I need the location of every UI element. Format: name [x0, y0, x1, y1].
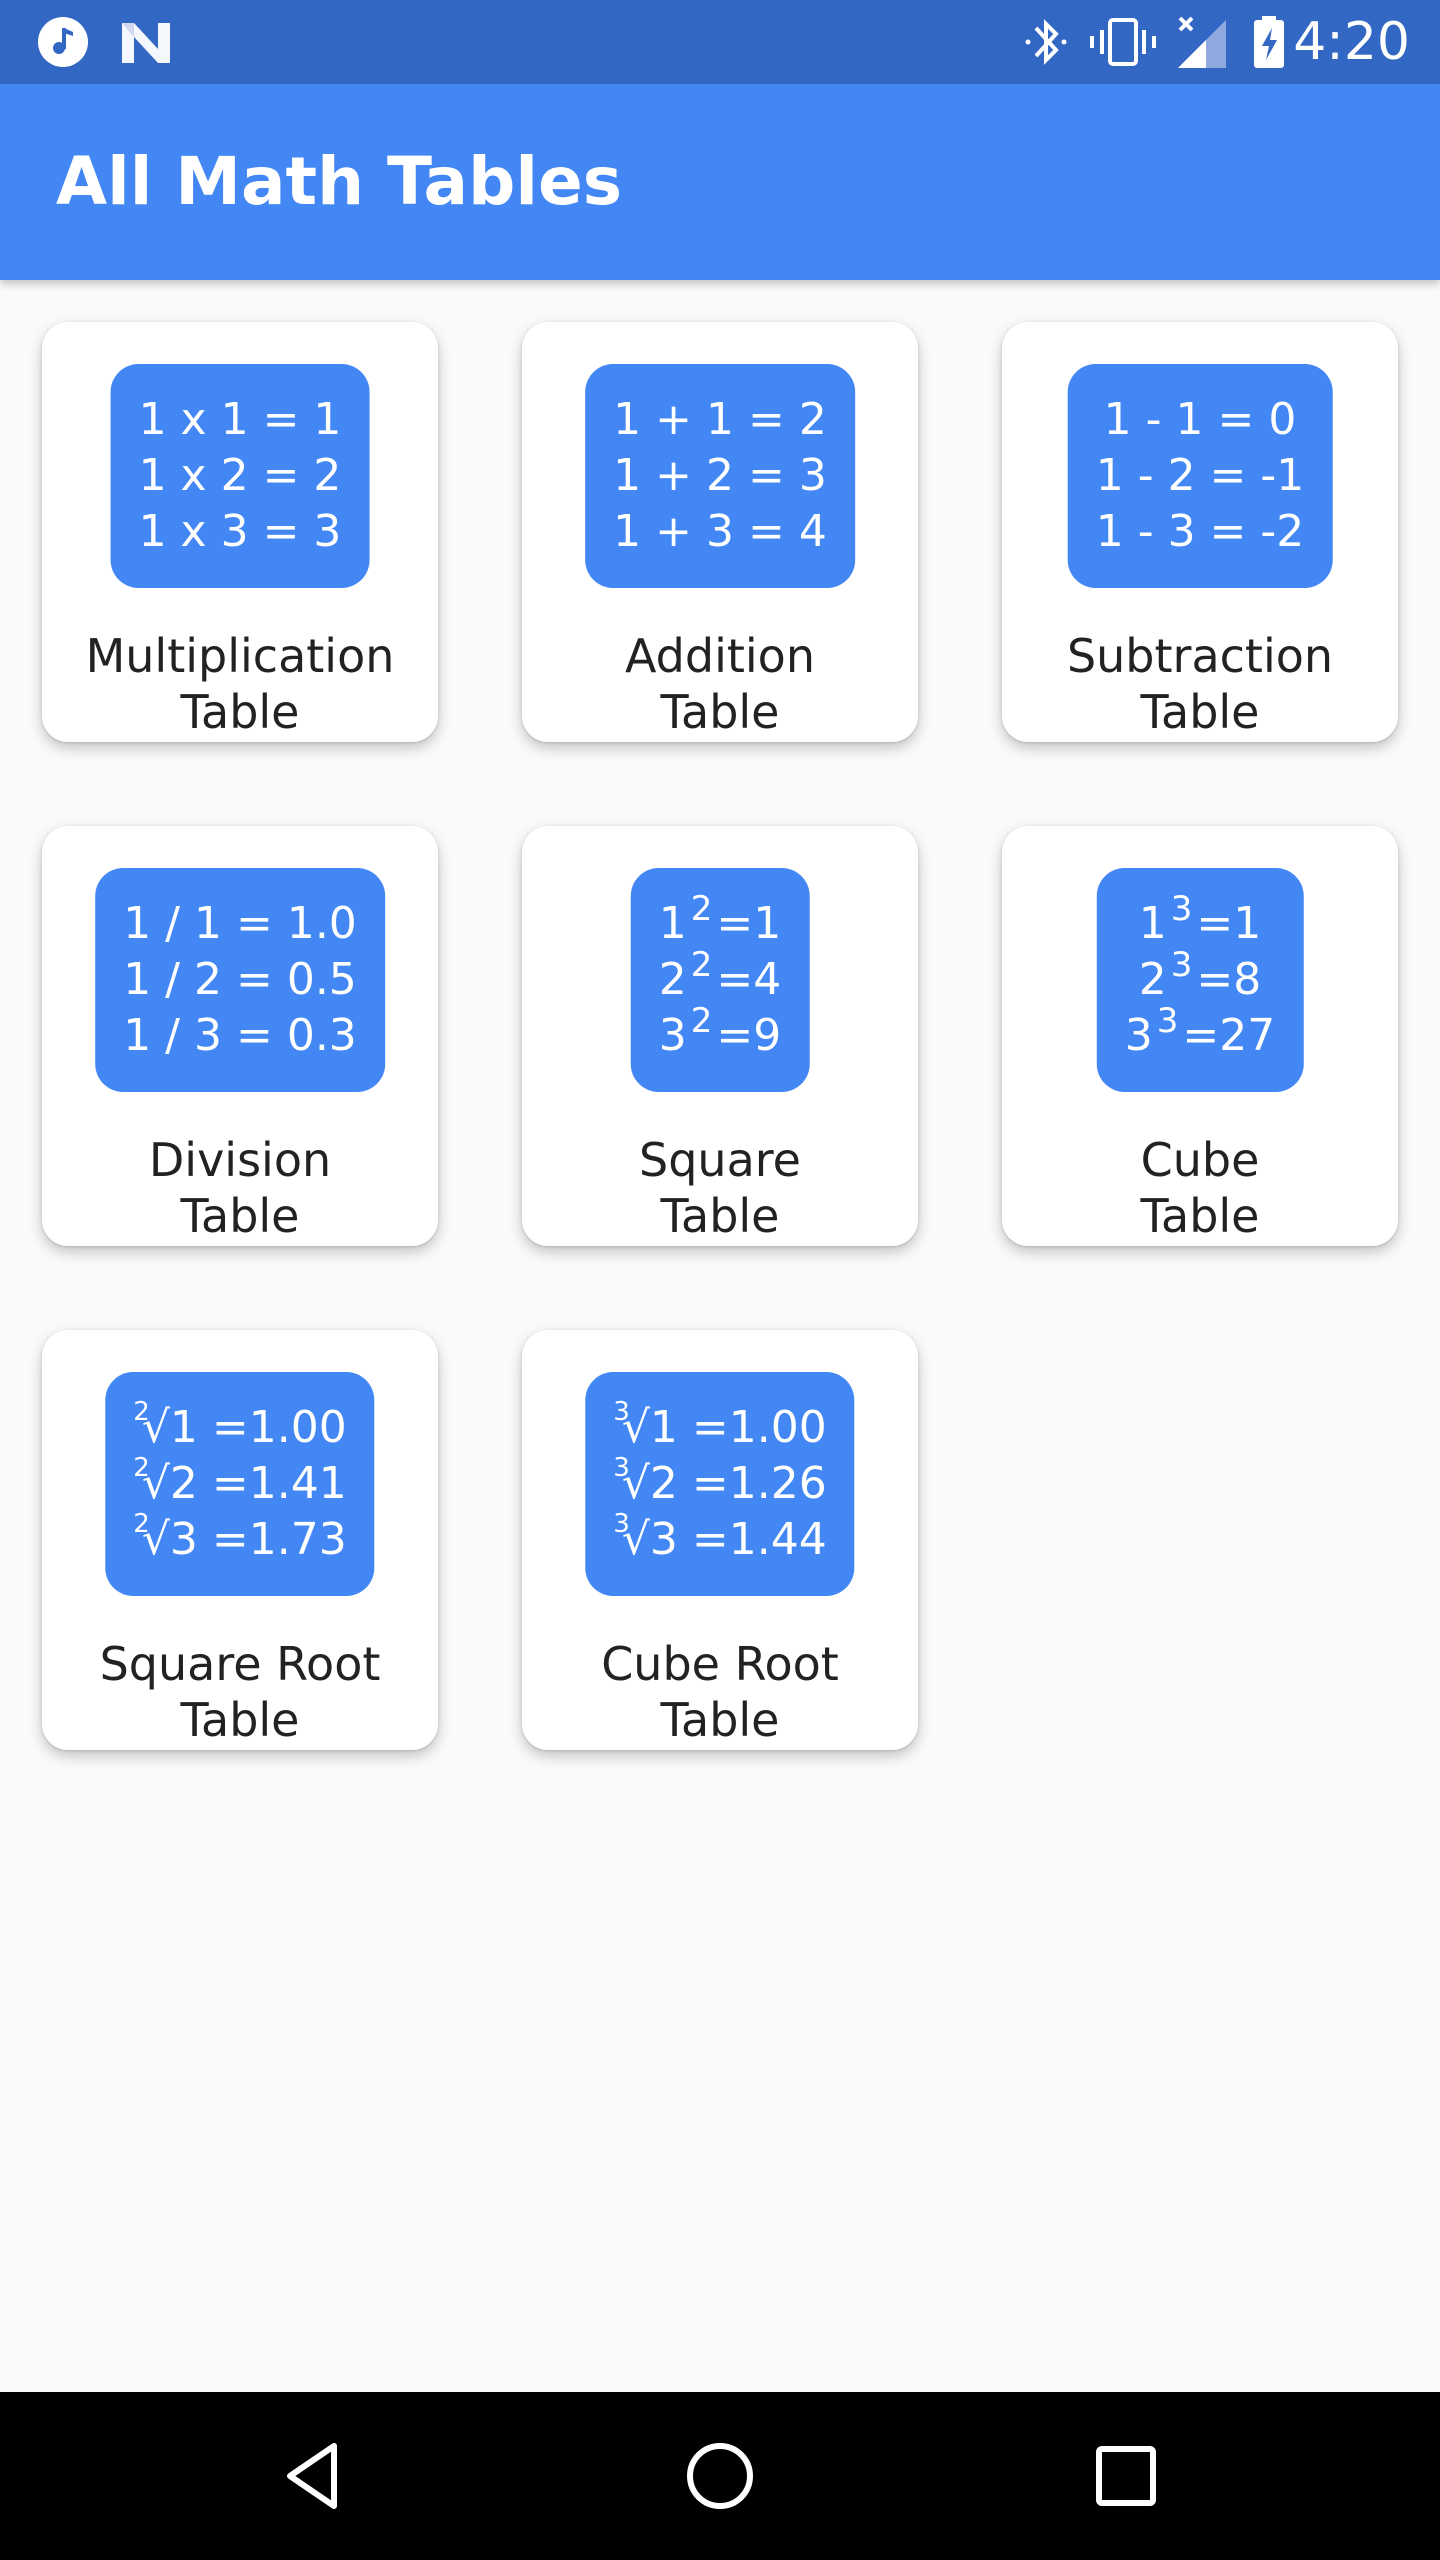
music-icon: [36, 14, 90, 70]
preview-row: 3 3=27: [1124, 1001, 1276, 1061]
app-bar: All Math Tables: [0, 84, 1440, 280]
preview-row: 1 3=1: [1138, 889, 1262, 949]
preview-row: 2√2 =1.41: [133, 1453, 347, 1509]
card-label: Square Table: [522, 1132, 918, 1244]
cube-table-card[interactable]: 1 3=1 2 3=8 3 3=27 Cube Table: [1002, 826, 1398, 1246]
preview-row: 3√3 =1.44: [613, 1509, 827, 1565]
tables-grid: 1 x 1 = 1 1 x 2 = 2 1 x 3 = 3 Multiplica…: [0, 280, 1440, 1780]
card-label: Subtraction Table: [1002, 628, 1398, 740]
card-label-line2: Table: [660, 1693, 780, 1747]
preview-row: 3√2 =1.26: [613, 1453, 827, 1509]
preview-row: 1 / 2 = 0.5: [123, 954, 357, 1005]
preview-row: 1 / 3 = 0.3: [123, 1010, 357, 1061]
square-root-preview-badge: 2√1 =1.00 2√2 =1.41 2√3 =1.73: [105, 1372, 375, 1596]
card-label: Square Root Table: [42, 1636, 438, 1748]
card-label-line2: Table: [660, 685, 780, 739]
multiplication-table-card[interactable]: 1 x 1 = 1 1 x 2 = 2 1 x 3 = 3 Multiplica…: [42, 322, 438, 742]
card-label-line1: Square Root: [99, 1637, 381, 1691]
preview-row: 1 - 3 = -2: [1095, 506, 1305, 557]
system-nav-bar: [0, 2392, 1440, 2560]
card-label: Addition Table: [522, 628, 918, 740]
vibrate-icon: [1088, 14, 1158, 70]
battery-icon: [1252, 14, 1286, 70]
card-label: Division Table: [42, 1132, 438, 1244]
card-label-line1: Square: [639, 1133, 801, 1187]
preview-row: 3 2=9: [658, 1001, 782, 1061]
status-clock: 4:20: [1293, 12, 1410, 72]
card-label: Cube Table: [1002, 1132, 1398, 1244]
card-label-line1: Subtraction: [1066, 629, 1334, 683]
card-label-line2: Table: [180, 1693, 300, 1747]
square-root-table-card[interactable]: 2√1 =1.00 2√2 =1.41 2√3 =1.73 Square Roo…: [42, 1330, 438, 1750]
preview-row: 1 x 3 = 3: [138, 506, 342, 557]
preview-row: 2√1 =1.00: [133, 1397, 347, 1453]
card-label-line2: Table: [660, 1189, 780, 1243]
subtraction-table-card[interactable]: 1 - 1 = 0 1 - 2 = -1 1 - 3 = -2 Subtract…: [1002, 322, 1398, 742]
card-label-line1: Division: [148, 1133, 332, 1187]
n-logo-icon: [118, 14, 174, 70]
page-title: All Math Tables: [56, 143, 622, 220]
card-label-line2: Table: [1140, 1189, 1260, 1243]
preview-row: 3√1 =1.00: [613, 1397, 827, 1453]
subtraction-preview-badge: 1 - 1 = 0 1 - 2 = -1 1 - 3 = -2: [1067, 364, 1333, 588]
recents-icon[interactable]: [1086, 2436, 1166, 2516]
multiplication-preview-badge: 1 x 1 = 1 1 x 2 = 2 1 x 3 = 3: [110, 364, 370, 588]
card-label-line1: Addition: [625, 629, 815, 683]
back-icon[interactable]: [276, 2436, 356, 2516]
cube-root-table-card[interactable]: 3√1 =1.00 3√2 =1.26 3√3 =1.44 Cube Root …: [522, 1330, 918, 1750]
square-table-card[interactable]: 1 2=1 2 2=4 3 2=9 Square Table: [522, 826, 918, 1246]
card-label-line1: Cube: [1140, 1133, 1260, 1187]
preview-row: 1 + 2 = 3: [613, 450, 827, 501]
preview-row: 2√3 =1.73: [133, 1509, 347, 1565]
square-preview-badge: 1 2=1 2 2=4 3 2=9: [630, 868, 810, 1092]
card-label-line1: Cube Root: [601, 1637, 839, 1691]
addition-preview-badge: 1 + 1 = 2 1 + 2 = 3 1 + 3 = 4: [585, 364, 855, 588]
preview-row: 1 x 1 = 1: [138, 394, 342, 445]
bluetooth-icon: [1024, 14, 1068, 70]
card-label: Multiplication Table: [42, 628, 438, 740]
preview-row: 1 x 2 = 2: [138, 450, 342, 501]
division-preview-badge: 1 / 1 = 1.0 1 / 2 = 0.5 1 / 3 = 0.3: [95, 868, 385, 1092]
preview-row: 1 - 2 = -1: [1095, 450, 1305, 501]
preview-row: 1 2=1: [658, 889, 782, 949]
cube-root-preview-badge: 3√1 =1.00 3√2 =1.26 3√3 =1.44: [585, 1372, 855, 1596]
card-label-line2: Table: [1140, 685, 1260, 739]
preview-row: 1 + 3 = 4: [613, 506, 827, 557]
preview-row: 1 + 1 = 2: [613, 394, 827, 445]
preview-row: 1 - 1 = 0: [1103, 394, 1297, 445]
signal-icon: [1176, 14, 1228, 70]
preview-row: 1 / 1 = 1.0: [123, 898, 357, 949]
preview-row: 2 2=4: [658, 945, 782, 1005]
addition-table-card[interactable]: 1 + 1 = 2 1 + 2 = 3 1 + 3 = 4 Addition T…: [522, 322, 918, 742]
division-table-card[interactable]: 1 / 1 = 1.0 1 / 2 = 0.5 1 / 3 = 0.3 Divi…: [42, 826, 438, 1246]
home-icon[interactable]: [680, 2436, 760, 2516]
card-label-line2: Table: [180, 1189, 300, 1243]
cube-preview-badge: 1 3=1 2 3=8 3 3=27: [1096, 868, 1304, 1092]
card-label: Cube Root Table: [522, 1636, 918, 1748]
card-label-line1: Multiplication: [85, 629, 395, 683]
status-bar: 4:20: [0, 0, 1440, 84]
card-label-line2: Table: [180, 685, 300, 739]
preview-row: 2 3=8: [1138, 945, 1262, 1005]
